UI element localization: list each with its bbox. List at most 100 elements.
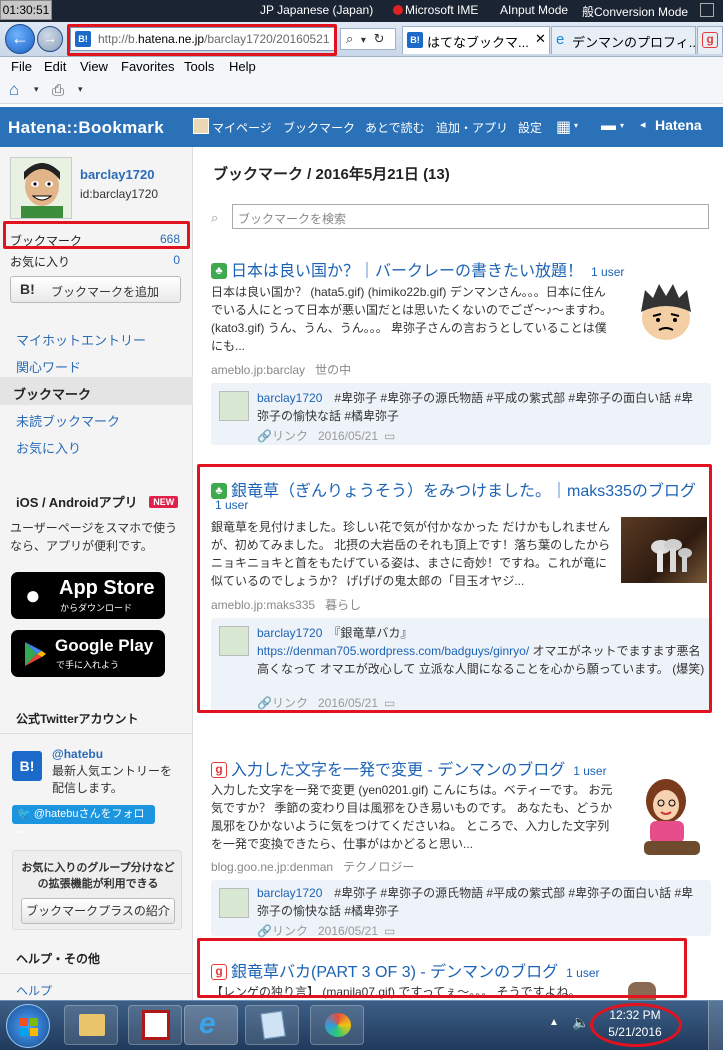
ie-taskbar-button[interactable]: e	[184, 1005, 238, 1045]
home-icon[interactable]: ⌂	[9, 80, 19, 100]
comment-date: 2016/05/21	[317, 924, 379, 938]
avatar[interactable]	[219, 888, 249, 918]
refresh-icon[interactable]: ↻	[374, 31, 385, 46]
annotation-bookmark-box	[3, 221, 190, 249]
search-icon: ⌕	[211, 210, 219, 225]
tab-label: はてなブックマ...	[427, 35, 529, 50]
entry-title[interactable]: ♣ 日本は良い国か？｜バークレーの書きたい放題！ 1 user	[211, 257, 624, 281]
notepad-taskbar-button[interactable]	[245, 1005, 299, 1045]
divider	[0, 973, 193, 974]
menu-bar: File Edit View Favorites Tools Help	[0, 57, 723, 77]
tab-denman[interactable]: e デンマンのプロフィ...	[551, 26, 696, 54]
menu-edit[interactable]: Edit	[44, 59, 66, 74]
dropdown-icon[interactable]: ▾	[361, 35, 366, 46]
tab-goo[interactable]: g	[697, 26, 723, 54]
language-indicator[interactable]: JP Japanese (Japan)	[260, 3, 373, 17]
add-bookmark-button[interactable]: B! ブックマークを追加	[10, 276, 181, 303]
ime-name[interactable]: Microsoft IME	[393, 3, 478, 17]
sidebar-item-favorites[interactable]: お気に入り	[16, 438, 81, 457]
entry-thumbnail[interactable]	[626, 775, 710, 859]
windows-logo-icon	[20, 1018, 38, 1036]
volume-icon[interactable]: 🔈	[572, 1014, 589, 1031]
hatena-brand[interactable]: Hatena	[655, 117, 702, 133]
star-add-icon[interactable]: ▭	[384, 924, 395, 938]
follow-button[interactable]: 🐦 @hatebuさんをフォロー	[12, 805, 155, 839]
comment-user[interactable]: barclay1720	[257, 391, 322, 405]
menu-help[interactable]: Help	[229, 59, 256, 74]
user-count[interactable]: 1 user	[591, 265, 624, 279]
tray-expand-icon[interactable]: ▲	[549, 1017, 559, 1028]
bookmark-plus-box: お気に入りのグループ分けなどの拡張機能が利用できる ブックマークプラスの紹介	[12, 850, 182, 930]
nav-add-app[interactable]: 追加・アプリ	[436, 119, 508, 136]
hatena-b-icon: B!	[20, 281, 35, 297]
paint-taskbar-button[interactable]	[310, 1005, 364, 1045]
clock-taskbar-button[interactable]	[128, 1005, 182, 1045]
menu-view[interactable]: View	[80, 59, 108, 74]
annotation-entry-box	[197, 464, 712, 713]
user-count[interactable]: 1 user	[573, 764, 606, 778]
entry-domain[interactable]: ameblo.jp:barclay 世の中	[211, 361, 351, 378]
hatena-logo[interactable]: Hatena::Bookmark	[8, 118, 164, 138]
nav-readlater[interactable]: あとで読む	[365, 119, 425, 136]
divider	[0, 733, 193, 734]
fav-count-label[interactable]: お気に入り	[10, 253, 70, 270]
menu-tools[interactable]: Tools	[184, 59, 214, 74]
link-label[interactable]: リンク	[272, 924, 308, 938]
profile-avatar[interactable]	[10, 157, 72, 219]
forward-button[interactable]: →	[37, 26, 63, 52]
conversion-mode-icon: 般	[582, 5, 595, 19]
app-store-sublabel: からダウンロード	[60, 603, 133, 613]
sidebar-item-unread[interactable]: 未読ブックマーク	[16, 411, 120, 430]
folder-icon	[79, 1014, 105, 1036]
comment-meta: 🔗リンク 2016/05/21 ▭	[257, 922, 395, 939]
plus-intro-button[interactable]: ブックマークプラスの紹介	[21, 898, 175, 924]
nav-settings[interactable]: 設定	[518, 119, 542, 136]
dropdown-icon: ▾	[620, 121, 625, 130]
app-store-button[interactable]: ● App Store からダウンロード	[11, 572, 165, 619]
username[interactable]: barclay1720	[80, 167, 154, 182]
nav-mypage[interactable]: マイページ	[212, 119, 272, 136]
entry-thumbnail[interactable]	[631, 282, 701, 346]
start-button[interactable]	[6, 1004, 50, 1048]
nav-bookmark[interactable]: ブックマーク	[283, 119, 355, 136]
help-link[interactable]: ヘルプ	[16, 982, 52, 999]
show-desktop-button[interactable]	[708, 1001, 723, 1051]
sidebar-item-keywords[interactable]: 関心ワード	[16, 357, 81, 376]
close-icon[interactable]: ✕	[535, 31, 546, 47]
dropdown-icon[interactable]: ▾	[34, 84, 39, 95]
print-icon[interactable]: ⎙	[52, 82, 64, 99]
fav-count[interactable]: 0	[173, 253, 180, 267]
hatena-brand-icon: ◂	[640, 119, 646, 131]
new-badge: NEW	[149, 496, 179, 508]
sidebar-item-bookmark[interactable]: ブックマーク	[13, 384, 91, 403]
dropdown-icon: ▾	[574, 121, 579, 130]
twitter-heading: 公式Twitterアカウント	[16, 712, 139, 726]
address-actions[interactable]: ⌕ ▾ ↻	[340, 28, 396, 50]
avatar[interactable]	[219, 391, 249, 421]
ime-options-icon[interactable]	[700, 3, 714, 17]
conversion-mode[interactable]: 般Conversion Mode	[582, 3, 688, 20]
tab-label: デンマンのプロフィ...	[572, 35, 696, 50]
search-icon[interactable]: ⌕	[346, 31, 353, 46]
menu-favorites[interactable]: Favorites	[121, 59, 174, 74]
link-icon: 🔗	[257, 429, 272, 443]
twitter-handle[interactable]: @hatebu	[52, 747, 103, 761]
taskbar: e ▲ 🔈 12:32 PM 5/21/2016	[0, 1000, 723, 1051]
grid-menu-icon[interactable]: ▦	[556, 117, 571, 137]
back-button[interactable]: ←	[5, 24, 35, 54]
tab-hatena[interactable]: B! はてなブックマ... ✕	[402, 26, 550, 54]
star-add-icon[interactable]: ▭	[384, 429, 395, 443]
link-icon: 🔗	[257, 924, 272, 938]
entry-title[interactable]: g 入力した文字を一発で変更 - デンマンのブログ 1 user	[211, 756, 607, 780]
sidebar-item-hotentry[interactable]: マイホットエントリー	[16, 330, 146, 349]
input-mode[interactable]: AInput Mode	[500, 3, 568, 17]
explorer-taskbar-button[interactable]	[64, 1005, 118, 1045]
dropdown-icon[interactable]: ▾	[78, 84, 83, 95]
link-label[interactable]: リンク	[272, 429, 308, 443]
entry-domain[interactable]: blog.goo.ne.jp:denman テクノロジー	[211, 858, 414, 875]
bookmark-search-input[interactable]: ブックマークを検索	[232, 204, 709, 229]
menu-file[interactable]: File	[11, 59, 32, 74]
comment-user[interactable]: barclay1720	[257, 886, 322, 900]
google-play-button[interactable]: Google Play で手に入れよう	[11, 630, 165, 677]
notification-icon[interactable]: ▬	[601, 117, 616, 134]
